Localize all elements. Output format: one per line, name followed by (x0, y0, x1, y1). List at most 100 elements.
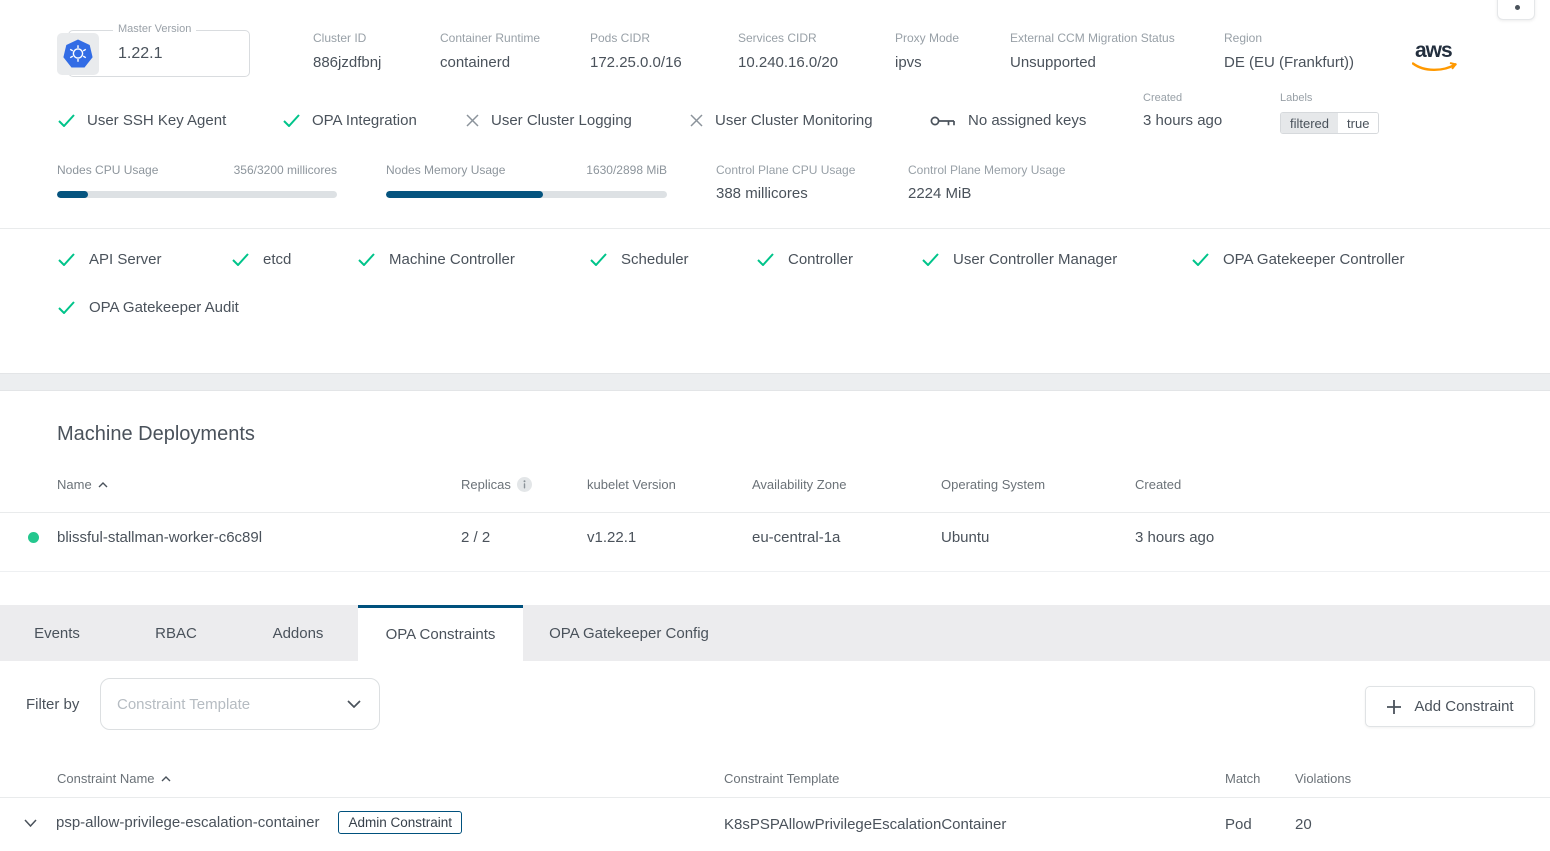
table-row-divider (0, 571, 1550, 572)
tab-label: OPA Gatekeeper Config (549, 625, 709, 642)
control-plane-memory-usage: Control Plane Memory Usage 2224 MiB (908, 163, 1065, 203)
deployment-created: 3 hours ago (1135, 529, 1214, 546)
check-icon (1192, 253, 1209, 266)
check-icon (58, 114, 75, 127)
component-label: User Controller Manager (953, 251, 1117, 268)
component-label: API Server (89, 251, 162, 268)
stat-services-cidr: Services CIDR 10.240.16.0/20 (738, 31, 838, 72)
stat-label: Container Runtime (440, 31, 540, 45)
progress-bar-track (57, 191, 337, 198)
label-chip: filtered true (1280, 112, 1379, 134)
section-separator-band (0, 373, 1550, 391)
column-header-constraint-name[interactable]: Constraint Name (57, 771, 171, 786)
component-label: Controller (788, 251, 853, 268)
column-header-operating-system: Operating System (941, 477, 1045, 492)
component-label: OPA Gatekeeper Audit (89, 299, 239, 316)
label-chip-key: filtered (1281, 113, 1338, 133)
column-header-name[interactable]: Name (57, 477, 108, 492)
column-label: Availability Zone (752, 477, 846, 492)
component-scheduler: Scheduler (590, 251, 689, 268)
aws-logo-text: aws (1412, 42, 1458, 60)
feature-opa-integration: OPA Integration (283, 112, 417, 129)
feature-label: User Cluster Logging (491, 112, 632, 129)
constraint-template-filter-select[interactable]: Constraint Template (100, 678, 380, 730)
ssh-keys-text: No assigned keys (968, 112, 1086, 129)
deployment-operating-system: Ubuntu (941, 529, 989, 546)
column-label: Created (1135, 477, 1181, 492)
ellipsis-icon (1515, 5, 1520, 10)
component-label: Scheduler (621, 251, 689, 268)
check-icon (58, 253, 75, 266)
check-icon (922, 253, 939, 266)
constraint-violations: 20 (1295, 816, 1312, 833)
stat-label: Pods CIDR (590, 31, 682, 45)
control-plane-cpu-usage: Control Plane CPU Usage 388 millicores (716, 163, 855, 203)
stat-container-runtime: Container Runtime containerd (440, 31, 540, 72)
nodes-cpu-usage-meter: Nodes CPU Usage 356/3200 millicores (57, 163, 337, 198)
column-header-constraint-template: Constraint Template (724, 771, 839, 786)
stat-label: Region (1224, 31, 1354, 45)
stat-value: Unsupported (1010, 54, 1096, 71)
stat-pods-cidr: Pods CIDR 172.25.0.0/16 (590, 31, 682, 72)
tab-addons[interactable]: Addons (238, 605, 358, 661)
feature-user-cluster-monitoring: User Cluster Monitoring (690, 112, 873, 129)
deployment-name[interactable]: blissful-stallman-worker-c6c89l (57, 529, 262, 546)
stat-value: ipvs (895, 54, 922, 71)
add-constraint-label: Add Constraint (1414, 698, 1513, 715)
meter-value: 1630/2898 MiB (586, 163, 667, 177)
x-icon (466, 114, 479, 127)
component-label: etcd (263, 251, 291, 268)
component-machine-controller: Machine Controller (358, 251, 515, 268)
column-label: Name (57, 477, 92, 492)
metric-value: 388 millicores (716, 185, 808, 202)
stat-label: Proxy Mode (895, 31, 959, 45)
component-label: Machine Controller (389, 251, 515, 268)
column-header-match: Match (1225, 771, 1260, 786)
cluster-actions-menu-button[interactable] (1497, 0, 1535, 20)
tab-opa-constraints[interactable]: OPA Constraints (358, 605, 523, 661)
stat-value: containerd (440, 54, 510, 71)
column-label: Violations (1295, 771, 1351, 786)
expand-chevron-icon[interactable] (24, 819, 37, 827)
tab-label: Addons (273, 625, 324, 642)
check-icon (590, 253, 607, 266)
master-version-label: Master Version (113, 23, 196, 35)
tab-label: RBAC (155, 625, 197, 642)
stat-cluster-id: Cluster ID 886jzdfbnj (313, 31, 381, 72)
check-icon (358, 253, 375, 266)
created-label: Created (1143, 92, 1222, 104)
progress-bar-fill (386, 191, 543, 198)
column-label: Match (1225, 771, 1260, 786)
component-opa-gatekeeper-controller: OPA Gatekeeper Controller (1192, 251, 1404, 268)
kubernetes-icon (63, 39, 93, 69)
stat-value: 172.25.0.0/16 (590, 54, 682, 71)
machine-deployments-title: Machine Deployments (57, 423, 255, 446)
meter-label: Nodes Memory Usage (386, 163, 505, 177)
tab-events[interactable]: Events (0, 605, 114, 661)
info-icon[interactable] (517, 477, 532, 492)
cluster-detail-page: Master Version 1.22.1 Cluster ID 886jzdf… (0, 0, 1550, 851)
check-icon (232, 253, 249, 266)
column-header-created: Created (1135, 477, 1181, 492)
admin-constraint-badge: Admin Constraint (338, 811, 462, 834)
feature-label: User Cluster Monitoring (715, 112, 873, 129)
add-constraint-button[interactable]: Add Constraint (1365, 686, 1535, 727)
sort-ascending-icon (161, 776, 171, 782)
check-icon (757, 253, 774, 266)
component-etcd: etcd (232, 251, 291, 268)
stat-label: External CCM Migration Status (1010, 31, 1175, 45)
tab-label: Events (34, 625, 80, 642)
deployment-kubelet-version: v1.22.1 (587, 529, 636, 546)
column-label: Constraint Name (57, 771, 155, 786)
tab-rbac[interactable]: RBAC (114, 605, 238, 661)
filter-placeholder-text: Constraint Template (117, 696, 250, 713)
feature-label: OPA Integration (312, 112, 417, 129)
plus-icon (1386, 699, 1402, 715)
feature-user-cluster-logging: User Cluster Logging (466, 112, 632, 129)
labels-block: Labels filtered true (1280, 92, 1379, 134)
machine-deployments-card: Machine Deployments Name Replicas kubele… (0, 391, 1550, 597)
tab-opa-gatekeeper-config[interactable]: OPA Gatekeeper Config (523, 605, 735, 661)
feature-label: User SSH Key Agent (87, 112, 226, 129)
aws-provider-logo: aws (1412, 42, 1458, 78)
component-user-controller-manager: User Controller Manager (922, 251, 1117, 268)
